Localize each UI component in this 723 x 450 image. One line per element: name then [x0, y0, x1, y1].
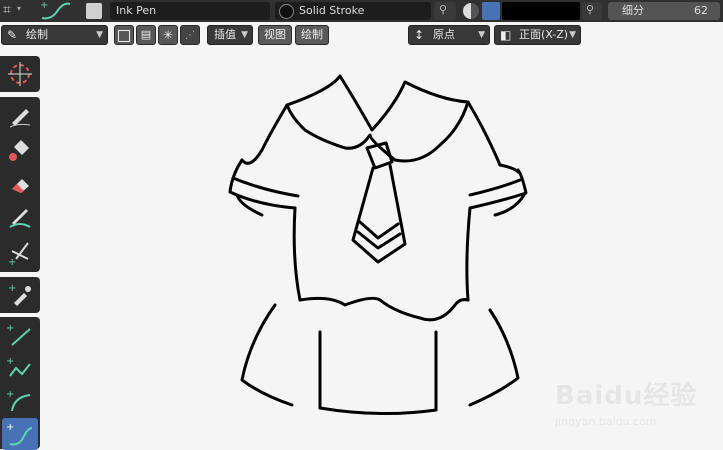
- brush-color-swatch[interactable]: [502, 2, 580, 20]
- plane-icon: ◧: [500, 28, 512, 42]
- tool-cursor[interactable]: [2, 58, 38, 90]
- pin-icon: ⚲: [586, 3, 595, 16]
- dropdown-chevron-icon[interactable]: ▾: [17, 4, 21, 13]
- watermark-url: jingyan.baidu.com: [555, 415, 657, 428]
- view-label: 视图: [264, 28, 286, 41]
- tool-polyline[interactable]: +: [2, 352, 38, 384]
- draw-menu-button[interactable]: 绘制: [295, 25, 329, 45]
- chevron-down-icon: ▼: [241, 30, 248, 40]
- drawing-plane-dropdown[interactable]: ◧ 正面(X-Z) ▼: [494, 25, 581, 45]
- tool-settings-bar: ✎ 绘制 ▼ ▤ ✳ ⋰ 插值 ▼ 视图 绘制 ↕ 原点 ▼ ◧ 正面(X-Z)…: [0, 22, 723, 48]
- guides-icon: ⋰: [185, 30, 195, 41]
- brush-name-field[interactable]: Ink Pen: [110, 2, 270, 20]
- pencil-icon: ✎: [7, 28, 18, 42]
- svg-text:+: +: [6, 389, 14, 400]
- material-pin-button[interactable]: ⚲: [434, 2, 456, 20]
- uniform-drawing: [228, 74, 528, 416]
- pin-icon: ⚲: [439, 3, 448, 16]
- tool-shelf-paint: +: [0, 97, 40, 272]
- interpolate-label: 插值: [214, 28, 236, 41]
- material-sphere-icon: [279, 4, 294, 19]
- chevron-down-icon: ▼: [96, 30, 103, 40]
- guides-button[interactable]: ⋰: [180, 25, 200, 45]
- brush-preview-icon[interactable]: +: [38, 0, 74, 22]
- origin-label: 原点: [433, 28, 455, 41]
- mode-label: 绘制: [26, 28, 48, 41]
- svg-text:+: +: [6, 422, 14, 433]
- view-menu-button[interactable]: 视图: [258, 25, 292, 45]
- arc-icon: +: [6, 389, 31, 412]
- snap-icon[interactable]: ⌗: [3, 2, 11, 18]
- draw-label: 绘制: [301, 28, 323, 41]
- subdivision-value: 62: [694, 4, 708, 17]
- tool-shelf-eyedropper: +: [0, 277, 40, 313]
- origin-dropdown[interactable]: ↕ 原点 ▼: [408, 25, 490, 45]
- tool-shelf-primitives: + + + +: [0, 317, 40, 450]
- tool-arc[interactable]: +: [2, 385, 38, 417]
- tool-curve[interactable]: +: [2, 418, 38, 450]
- subdivision-label: 细分: [622, 4, 644, 17]
- vertex-color-icon[interactable]: [482, 2, 500, 20]
- svg-text:+: +: [8, 257, 16, 265]
- tool-tint[interactable]: [2, 201, 38, 233]
- eyedropper-icon: +: [8, 283, 31, 306]
- stroke-material-field[interactable]: Solid Stroke: [275, 2, 431, 20]
- svg-text:+: +: [8, 283, 16, 294]
- watermark-brand: Baidu经验: [555, 381, 698, 411]
- brush-type-icon[interactable]: [86, 3, 102, 19]
- polyline-icon: +: [6, 356, 31, 377]
- mode-dropdown[interactable]: ✎ 绘制 ▼: [1, 25, 108, 45]
- tool-eyedropper[interactable]: +: [2, 279, 38, 311]
- svg-text:+: +: [6, 356, 14, 367]
- tool-cutter[interactable]: +: [2, 235, 38, 267]
- tool-shelf-cursor: [0, 56, 40, 92]
- line-icon: +: [6, 323, 31, 346]
- subdivision-slider[interactable]: 细分 62: [608, 2, 720, 20]
- stroke-placement-button[interactable]: [114, 25, 134, 45]
- chevron-down-icon: ▼: [478, 30, 485, 40]
- transform-pivot-icon: ↕: [414, 28, 425, 42]
- color-pin-button[interactable]: ⚲: [582, 2, 602, 20]
- plane-label: 正面(X-Z): [519, 28, 569, 41]
- svg-text:+: +: [6, 323, 14, 334]
- asterisk-icon: ✳: [162, 28, 174, 42]
- tool-draw[interactable]: [2, 99, 38, 131]
- tool-line[interactable]: +: [2, 319, 38, 351]
- chevron-down-icon: ▼: [569, 30, 576, 40]
- layers-icon: ▤: [140, 28, 152, 41]
- interpolate-dropdown[interactable]: 插值 ▼: [207, 25, 253, 45]
- curve-icon: +: [6, 422, 33, 446]
- tool-fill[interactable]: [2, 133, 38, 165]
- stroke-material-text: Solid Stroke: [299, 4, 365, 17]
- layer-button[interactable]: ▤: [136, 25, 156, 45]
- eraser-icon: [12, 179, 29, 193]
- brush-name-text: Ink Pen: [116, 4, 157, 17]
- scissors-icon: +: [8, 242, 29, 265]
- square-icon: [118, 30, 130, 42]
- color-mode-icon[interactable]: [463, 3, 479, 19]
- header-bar: ⌗ ▾ + Ink Pen Solid Stroke ⚲ ⚲ 细分 62: [0, 0, 723, 22]
- symmetry-button[interactable]: ✳: [158, 25, 178, 45]
- cursor-icon: [8, 62, 32, 86]
- pencil-draw-icon: [9, 109, 31, 128]
- svg-text:+: +: [40, 0, 48, 11]
- fill-bucket-icon: [9, 140, 29, 161]
- tint-brush-icon: [9, 209, 31, 228]
- watermark: Baidu经验 jingyan.baidu.com: [555, 375, 698, 428]
- tool-erase[interactable]: [2, 167, 38, 199]
